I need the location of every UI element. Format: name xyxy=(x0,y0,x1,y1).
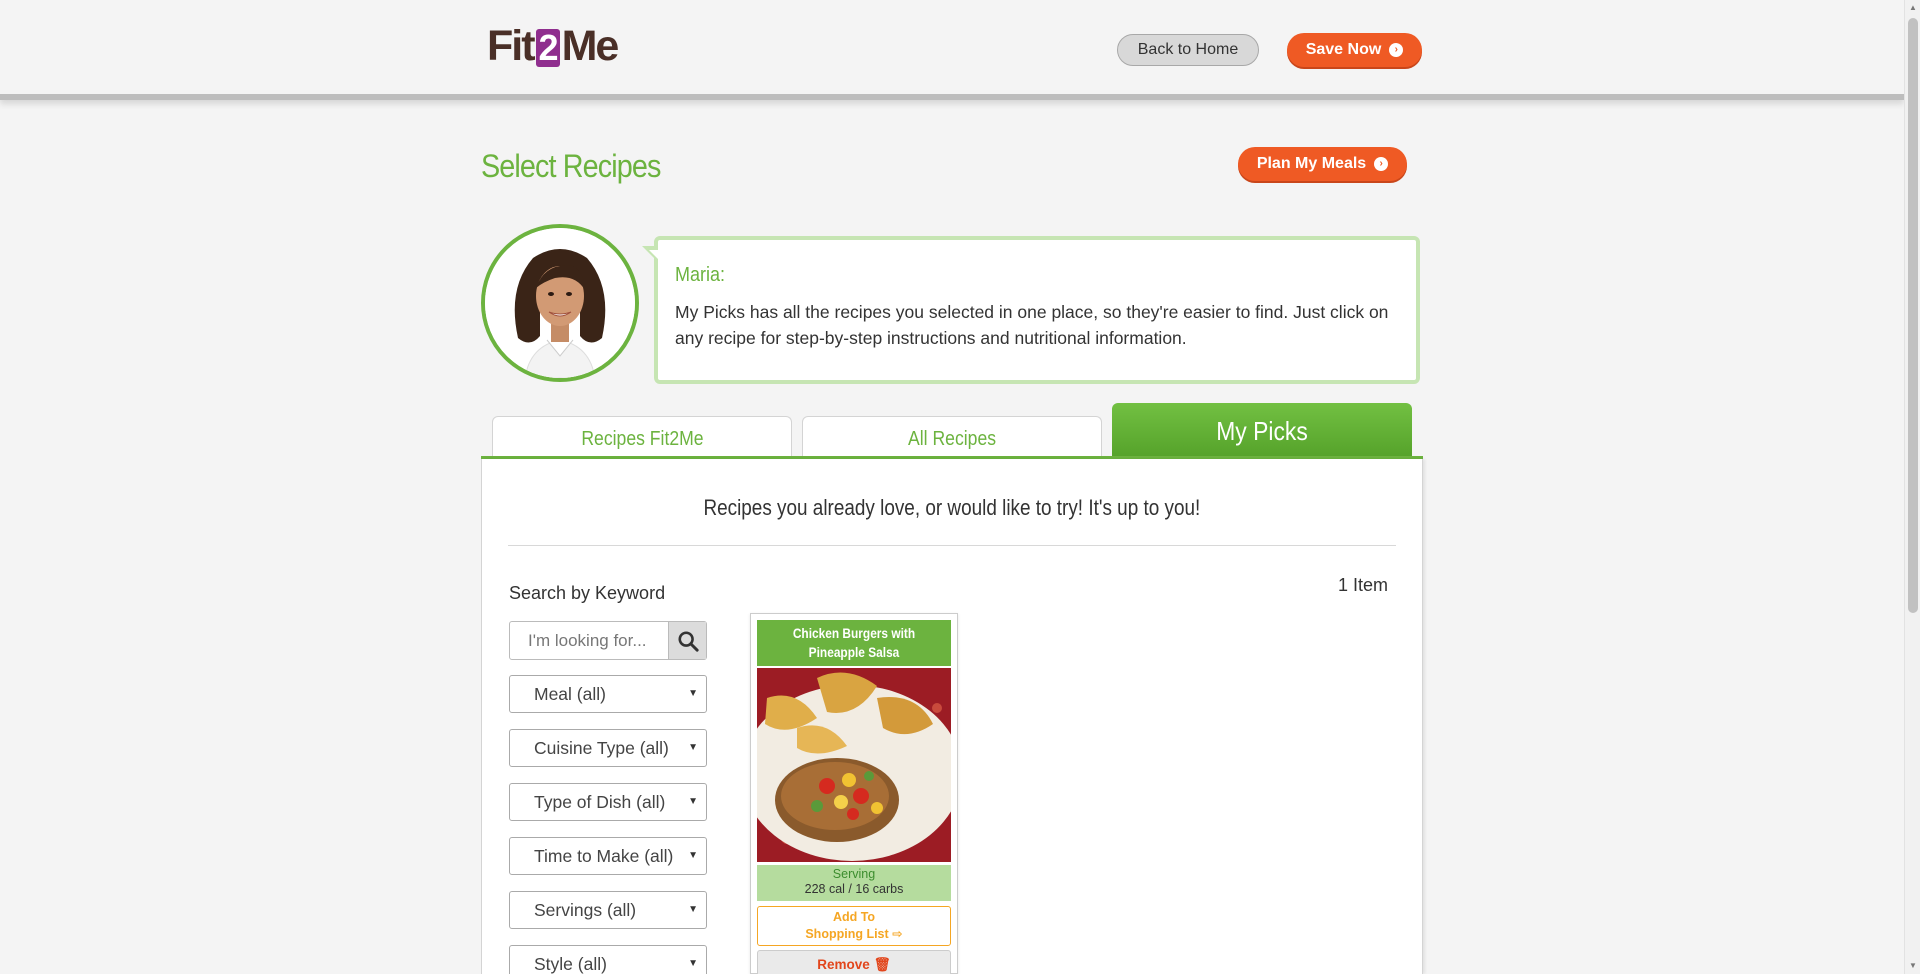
search-icon xyxy=(677,630,699,652)
scrollbar-thumb[interactable] xyxy=(1908,18,1918,613)
type-of-dish-select[interactable]: Type of Dish (all) ▼ xyxy=(509,783,707,821)
recipe-card[interactable]: Chicken Burgers with Pineapple Salsa Ser… xyxy=(750,613,958,974)
style-select[interactable]: Style (all) ▼ xyxy=(509,945,707,974)
tab-label: Recipes Fit2Me xyxy=(580,428,704,450)
plan-my-meals-button[interactable]: Plan My Meals › xyxy=(1238,147,1407,181)
my-picks-panel: Recipes you already love, or would like … xyxy=(481,459,1423,974)
plan-my-meals-label: Plan My Meals xyxy=(1256,155,1367,172)
dropdown-caret-icon: ▼ xyxy=(688,796,698,807)
save-now-button[interactable]: Save Now › xyxy=(1287,33,1422,67)
coach-name: Maria: xyxy=(675,264,726,286)
coach-portrait-image xyxy=(485,228,635,378)
add-to-shopping-list-button[interactable]: Add To Shopping List ⇨ xyxy=(757,906,951,946)
dropdown-caret-icon: ▼ xyxy=(688,850,698,861)
search-input[interactable] xyxy=(510,622,668,659)
shop-line-2: Shopping List xyxy=(805,927,889,941)
top-header: Fit 2 Me Back to Home Save Now › xyxy=(0,0,1904,100)
circle-arrow-right-icon: › xyxy=(1374,157,1389,171)
meal-select[interactable]: Meal (all) ▼ xyxy=(509,675,707,713)
shop-line-1: Add To xyxy=(832,910,876,924)
item-count: 1 Item xyxy=(1337,575,1388,595)
dropdown-caret-icon: ▼ xyxy=(688,742,698,753)
divider xyxy=(508,545,1396,546)
back-to-home-button[interactable]: Back to Home xyxy=(1117,34,1259,66)
remove-label: Remove xyxy=(817,957,870,972)
panel-subtitle: Recipes you already love, or would like … xyxy=(703,495,1201,520)
dropdown-caret-icon: ▼ xyxy=(688,688,698,699)
remove-recipe-button[interactable]: Remove 🗑 xyxy=(757,950,951,974)
serving-label: Serving xyxy=(832,867,876,881)
recipe-nutrition: Serving 228 cal / 16 carbs xyxy=(757,865,951,901)
dropdown-caret-icon: ▼ xyxy=(688,958,698,969)
dropdown-caret-icon: ▼ xyxy=(688,904,698,915)
calories-carbs: 228 cal / 16 carbs xyxy=(804,882,904,896)
coach-message-bubble: Maria: My Picks has all the recipes you … xyxy=(642,236,1420,384)
recipe-photo xyxy=(757,668,951,862)
coach-message: My Picks has all the recipes you selecte… xyxy=(675,302,1389,348)
servings-select[interactable]: Servings (all) ▼ xyxy=(509,891,707,929)
scroll-down-arrow-icon[interactable]: ▼ xyxy=(1908,961,1918,971)
tab-all-recipes[interactable]: All Recipes xyxy=(802,416,1102,458)
search-label: Search by Keyword xyxy=(509,583,666,603)
search-button[interactable] xyxy=(668,622,706,659)
tab-recipes-fit2me[interactable]: Recipes Fit2Me xyxy=(492,416,792,458)
trash-icon: 🗑 xyxy=(873,957,891,972)
keyword-search xyxy=(509,621,707,660)
coach-avatar xyxy=(481,224,639,382)
tab-my-picks[interactable]: My Picks xyxy=(1112,403,1412,458)
save-now-label: Save Now xyxy=(1305,41,1382,58)
circle-arrow-right-icon: › xyxy=(1389,43,1404,57)
tab-label: My Picks xyxy=(1216,416,1308,446)
page-scrollbar[interactable]: ▲ ▼ xyxy=(1904,0,1920,974)
recipe-image[interactable] xyxy=(757,668,951,862)
sign-in-icon: ⇨ xyxy=(892,927,903,941)
tab-label: All Recipes xyxy=(907,428,997,450)
recipe-title[interactable]: Chicken Burgers with Pineapple Salsa xyxy=(757,620,951,666)
time-to-make-select[interactable]: Time to Make (all) ▼ xyxy=(509,837,707,875)
fit2me-logo[interactable]: Fit 2 Me xyxy=(487,22,619,71)
cuisine-type-select[interactable]: Cuisine Type (all) ▼ xyxy=(509,729,707,767)
scroll-up-arrow-icon[interactable]: ▲ xyxy=(1908,3,1918,13)
page-title: Select Recipes xyxy=(481,148,661,184)
